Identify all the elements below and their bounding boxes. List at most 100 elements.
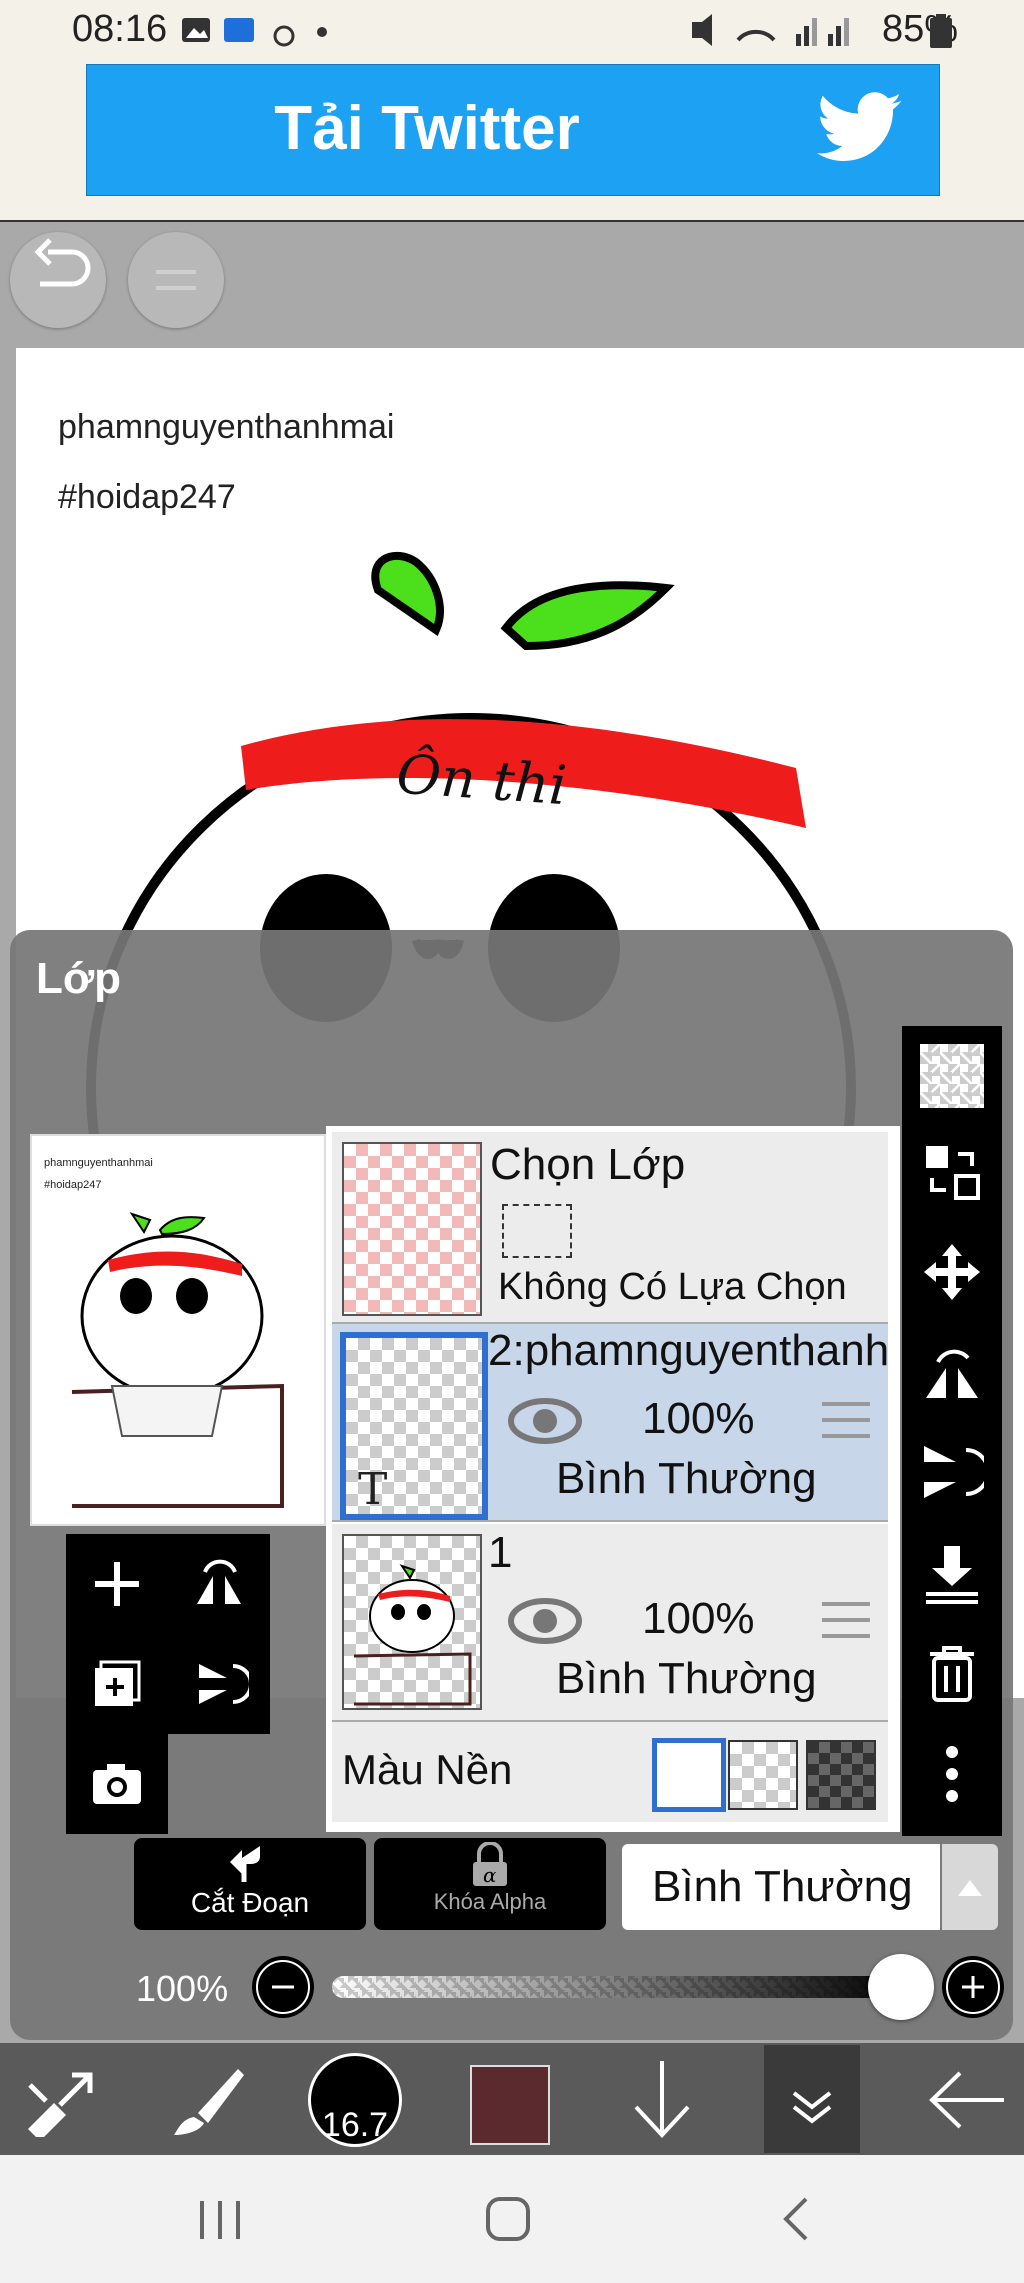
- svg-text:α: α: [483, 1863, 497, 1887]
- flip-vertical-button[interactable]: [168, 1634, 270, 1734]
- more-icon[interactable]: [920, 1742, 984, 1806]
- flip-vertical-icon[interactable]: [920, 1440, 984, 1504]
- signal-icons: [692, 14, 849, 46]
- status-bar: 08:16 85%: [0, 0, 1024, 62]
- copy-layer-icon: [95, 1660, 141, 1706]
- brush-size-value: 16.7: [321, 2106, 389, 2144]
- opacity-increase-button[interactable]: [942, 1956, 1004, 2018]
- undo-button[interactable]: [10, 232, 106, 328]
- svg-text:phamnguyenthanhmai: phamnguyenthanhmai: [44, 1157, 153, 1169]
- background-white-option[interactable]: [652, 1738, 726, 1812]
- merge-down-icon[interactable]: [920, 1542, 984, 1606]
- selection-title: Chọn Lớp: [490, 1140, 686, 1189]
- trash-icon[interactable]: [920, 1640, 984, 1704]
- clipping-button[interactable]: Cắt Đoạn: [134, 1838, 366, 1930]
- background-transparent-option[interactable]: [728, 1740, 798, 1810]
- canvas-preview[interactable]: phamnguyenthanhmai #hoidap247: [30, 1134, 326, 1526]
- blend-mode-select[interactable]: Bình Thường: [622, 1844, 940, 1930]
- camera-button[interactable]: [66, 1734, 168, 1834]
- layer-1-thumbnail: [342, 1534, 482, 1710]
- layer-bottom-controls: Cắt Đoạn α Khóa Alpha Bình Thường 100%: [10, 1838, 1013, 2038]
- move-icon[interactable]: [920, 1240, 984, 1304]
- headband-text: Ôn thi: [395, 742, 569, 818]
- back-arrow-icon[interactable]: [924, 2065, 1010, 2135]
- redo-button[interactable]: [128, 232, 224, 328]
- checker-icon[interactable]: [920, 1044, 984, 1108]
- background-label: Màu Nền: [342, 1746, 513, 1793]
- background-color-row: Màu Nền: [332, 1722, 888, 1822]
- layer-2-thumbnail: T: [340, 1332, 488, 1520]
- notification-icons: [182, 18, 327, 47]
- ad-banner[interactable]: Tải Twitter: [86, 64, 940, 196]
- transfer-icon[interactable]: [920, 1140, 984, 1204]
- eye-icon[interactable]: [508, 1394, 582, 1448]
- recent-apps-icon[interactable]: [196, 2197, 244, 2243]
- brush-size-button[interactable]: 16.7: [308, 2053, 402, 2147]
- chevron-double-down-icon: [792, 2091, 832, 2124]
- triangle-up-icon: [958, 1880, 982, 1896]
- minus-icon: [256, 1960, 310, 2014]
- svg-text:#hoidap247: #hoidap247: [44, 1179, 102, 1191]
- copy-layer-button[interactable]: [66, 1634, 168, 1734]
- camera-icon: [93, 1764, 141, 1804]
- clipping-label: Cắt Đoạn: [190, 1887, 310, 1918]
- layer-1-name: 1: [488, 1528, 513, 1577]
- layer-row-2[interactable]: T 2:phamnguyenthanhmai 100% Bình Thường: [332, 1324, 888, 1522]
- layer-2-opacity: 100%: [642, 1394, 755, 1443]
- tool-transform-icon[interactable]: [20, 2065, 100, 2137]
- brush-icon[interactable]: [168, 2065, 248, 2137]
- nav-back-icon[interactable]: [776, 2195, 816, 2243]
- layer-list: Chọn Lớp Không Có Lựa Chọn T 2:phamnguye…: [326, 1126, 900, 1832]
- preview-drawing: phamnguyenthanhmai #hoidap247: [44, 1157, 284, 1508]
- layer-1-blend: Bình Thường: [556, 1654, 817, 1703]
- canvas-caption-name: phamnguyenthanhmai: [58, 408, 395, 446]
- opacity-slider[interactable]: [332, 1976, 904, 1998]
- flip-horizontal-icon[interactable]: [920, 1340, 984, 1404]
- handle-icon[interactable]: [820, 1398, 872, 1442]
- selection-thumbnail: [342, 1142, 482, 1316]
- selection-layer-row[interactable]: Chọn Lớp Không Có Lựa Chọn: [332, 1132, 888, 1324]
- blend-mode-dropdown[interactable]: [942, 1844, 998, 1930]
- plus-icon: [946, 1960, 1000, 2014]
- twitter-bird-icon: [817, 92, 902, 161]
- panel-title: Lớp: [36, 954, 122, 1003]
- layer-row-1[interactable]: 1 100% Bình Thường: [332, 1524, 888, 1722]
- ad-label: Tải Twitter: [274, 94, 580, 163]
- lock-icon: α: [473, 1841, 507, 1887]
- layer-2-name: 2:phamnguyenthanhmai: [488, 1326, 888, 1375]
- selection-subtitle: Không Có Lựa Chọn: [498, 1266, 847, 1308]
- handle-icon[interactable]: [820, 1598, 872, 1642]
- canvas-caption-tag: #hoidap247: [58, 478, 236, 516]
- layer-panel: Lớp phamnguyenthanhmai #hoidap247 Chọn L…: [10, 930, 1013, 2040]
- add-layer-button[interactable]: [66, 1534, 168, 1634]
- text-layer-icon: T: [358, 1464, 388, 1515]
- layer-2-blend: Bình Thường: [556, 1454, 817, 1503]
- undo-icon: [34, 238, 91, 287]
- layer-1-opacity: 100%: [642, 1594, 755, 1643]
- redo-icon: [156, 270, 196, 290]
- clipping-arrow-icon: [230, 1846, 260, 1882]
- opacity-value: 100%: [136, 1968, 229, 2009]
- flip-horizontal-icon: [197, 1559, 241, 1604]
- battery-icon: [930, 14, 952, 48]
- layer-left-tools: [66, 1534, 270, 1834]
- system-nav-bar: [0, 2155, 1024, 2283]
- opacity-decrease-button[interactable]: [252, 1956, 314, 2018]
- layer-right-toolbar: [902, 1026, 1002, 1836]
- alpha-lock-button[interactable]: α Khóa Alpha: [374, 1838, 606, 1930]
- selection-marquee-icon: [502, 1204, 572, 1258]
- arrow-down-icon[interactable]: [628, 2057, 696, 2143]
- status-time: 08:16: [72, 8, 168, 50]
- background-dark-option[interactable]: [806, 1740, 876, 1810]
- flip-rotate-button[interactable]: [168, 1534, 270, 1634]
- eye-icon[interactable]: [508, 1594, 582, 1648]
- alpha-lock-label: Khóa Alpha: [433, 1889, 547, 1914]
- opacity-slider-thumb[interactable]: [868, 1954, 934, 2020]
- blend-mode-value: Bình Thường: [652, 1862, 913, 1911]
- current-color-swatch[interactable]: [470, 2065, 550, 2145]
- layers-toggle-button[interactable]: [764, 2045, 860, 2153]
- bottom-toolbar: 16.7: [0, 2043, 1024, 2155]
- flip-vertical-icon: [199, 1664, 249, 1704]
- add-layer-icon: [95, 1562, 139, 1606]
- home-icon[interactable]: [484, 2195, 532, 2243]
